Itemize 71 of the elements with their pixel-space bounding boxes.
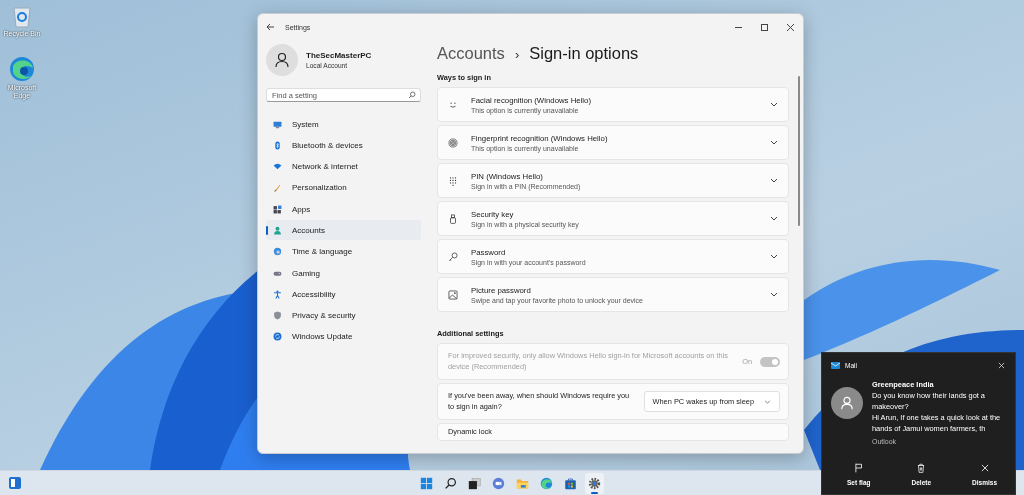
chat-icon: [492, 476, 505, 490]
nav-item[interactable]: Apps: [266, 199, 421, 220]
nav-item[interactable]: Personalization: [266, 177, 421, 198]
brush-icon: [273, 183, 282, 193]
breadcrumb-parent[interactable]: Accounts: [437, 44, 505, 63]
nav-item-label: Personalization: [292, 183, 347, 193]
wifi-icon: [273, 162, 282, 172]
store-bag-icon: [564, 476, 577, 490]
edge-icon[interactable]: [9, 56, 35, 82]
gear-icon: [588, 476, 601, 490]
widgets-icon[interactable]: [9, 477, 21, 489]
person-silhouette-icon: [274, 52, 290, 68]
maximize-icon[interactable]: [761, 23, 768, 31]
person-silhouette-icon: [840, 396, 854, 410]
windows-logo-icon: [420, 476, 433, 490]
search-icon: [444, 476, 457, 490]
image-icon: [448, 289, 458, 300]
keypad-icon: [448, 175, 458, 186]
nav-item-label: Accessibility: [292, 289, 336, 299]
fingerprint-icon: [448, 137, 458, 148]
nav-item[interactable]: Gaming: [266, 263, 421, 284]
nav-item[interactable]: Accessibility: [266, 284, 421, 305]
chevron-icon: [764, 399, 771, 404]
bluetooth-icon: [273, 140, 282, 150]
flag-icon: [853, 463, 864, 473]
nav-item-label: Time & language: [292, 247, 353, 257]
accessibility-icon: [273, 289, 282, 299]
taskbar-button[interactable]: [585, 472, 604, 494]
chevron-icon: [770, 102, 778, 107]
breadcrumb-separator: ›: [514, 47, 520, 62]
nav-item-label: Privacy & security: [292, 311, 356, 321]
nav-item[interactable]: Privacy & security: [266, 305, 421, 326]
chevron-icon: [770, 178, 778, 183]
nav-item[interactable]: Bluetooth & devices: [266, 135, 421, 156]
back-arrow-icon[interactable]: [266, 23, 275, 31]
account-name: TheSecMasterPC: [306, 51, 372, 60]
trash-icon: [916, 463, 927, 473]
mail-icon: [831, 361, 840, 369]
monitor-icon: [273, 119, 282, 129]
task-view-icon: [468, 476, 481, 490]
apps-icon: [273, 204, 282, 214]
person-icon: [273, 226, 282, 235]
nav-item[interactable]: System: [266, 114, 421, 134]
recycle-bin-icon[interactable]: [11, 4, 33, 28]
folder-icon: [516, 476, 529, 490]
edge-icon: [540, 476, 553, 490]
key-icon: [448, 251, 458, 262]
nav-item-label: Accounts: [292, 226, 325, 235]
sync-icon: [273, 332, 282, 342]
search-icon: [408, 91, 416, 99]
nav-item[interactable]: Windows Update: [266, 326, 421, 347]
nav-item[interactable]: Time & language: [266, 241, 421, 262]
nav-item[interactable]: Network & internet: [266, 156, 421, 177]
usb-key-icon: [448, 213, 458, 224]
chevron-icon: [770, 140, 778, 145]
nav-item-label: System: [292, 119, 319, 129]
chevron-icon: [770, 254, 778, 259]
nav-item-label: Network & internet: [292, 162, 358, 172]
nav-item-label: Gaming: [292, 268, 320, 278]
close-icon: [979, 463, 990, 473]
nav-item[interactable]: Accounts: [266, 220, 421, 241]
chevron-icon: [770, 216, 778, 221]
page-title: Sign-in options: [529, 44, 639, 63]
shield-icon: [273, 311, 282, 321]
close-icon[interactable]: [787, 23, 794, 31]
chevron-icon: [770, 292, 778, 297]
scrollbar[interactable]: [798, 76, 800, 226]
nav-item-label: Apps: [292, 204, 311, 214]
globe-icon: [273, 247, 282, 257]
nav-item-label: Windows Update: [292, 332, 353, 342]
nav-item-label: Bluetooth & devices: [292, 140, 363, 150]
